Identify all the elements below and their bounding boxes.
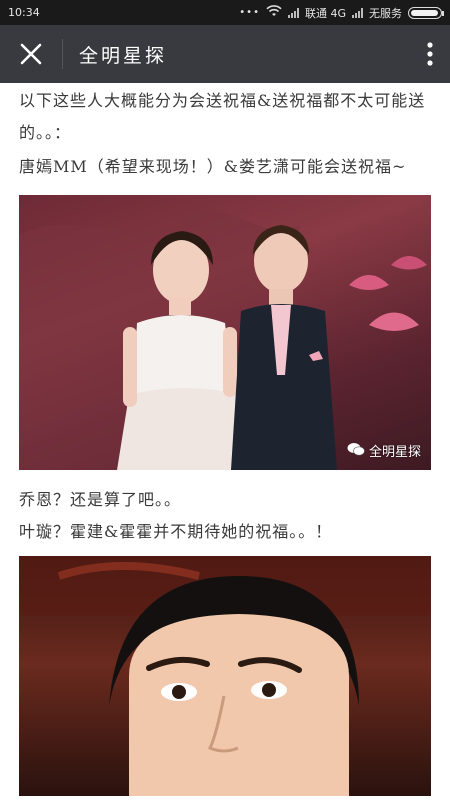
signal-bars-icon-2 [352, 7, 363, 18]
more-vertical-icon [427, 42, 433, 66]
wechat-icon [347, 442, 365, 460]
photo-couple-illustration [19, 210, 427, 470]
notification-dots: ••• [239, 7, 260, 18]
watermark-text: 全明星探 [368, 445, 421, 460]
article-paragraph: 以下这些人大概能分为会送祝福&送祝福都不太可能送的。。： [19, 91, 426, 142]
article-paragraph: 乔恩？还是算了吧。。 [19, 490, 182, 509]
article-photo[interactable]: 全明星探 [19, 195, 431, 470]
article-photo[interactable] [19, 556, 431, 796]
status-time: 10:34 [8, 6, 40, 19]
article-paragraph: 叶璇？霍建&霍霍并不期待她的祝福。。！ [19, 522, 333, 541]
article-paragraph: 唐嫣MM（希望来现场！）&娄艺潇可能会送祝福~ [19, 157, 407, 176]
photo-portrait-illustration [19, 556, 431, 796]
close-icon [20, 43, 42, 65]
battery-fill [411, 9, 438, 16]
service-label: 无服务 [369, 6, 402, 20]
battery-icon [408, 6, 444, 19]
status-bar: 10:34 ••• 联通 4G 无服务 [0, 0, 450, 25]
article-content: 以下这些人大概能分为会送祝福&送祝福都不太可能送的。。： 唐嫣MM（希望来现场！… [0, 83, 450, 800]
more-menu-button[interactable] [410, 25, 450, 83]
network-label: 联通 4G [304, 6, 346, 20]
wifi-icon [266, 5, 282, 20]
signal-bars-icon [287, 7, 299, 18]
close-button[interactable] [0, 25, 62, 83]
photo-watermark: 全明星探 [347, 441, 421, 460]
page-title: 全明星探 [79, 44, 168, 67]
top-toolbar: 全明星探 [0, 25, 450, 83]
